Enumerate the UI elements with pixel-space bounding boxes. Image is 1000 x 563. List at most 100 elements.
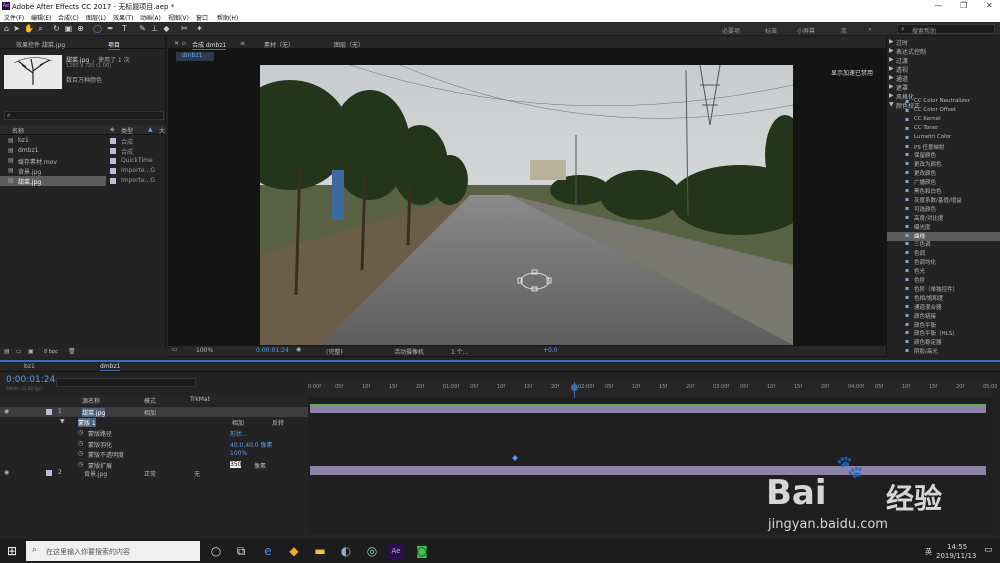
timeline-timecode[interactable]: 0:00:01:24 — [6, 375, 55, 385]
effect-item[interactable]: ▪ 高度/对比度 — [887, 214, 1000, 223]
menu-help[interactable]: 帮助(H) — [217, 13, 238, 22]
app-icon[interactable]: ◎ — [364, 543, 380, 559]
mask-property-row[interactable]: ◷ 蒙版羽化 40.0,40.0 像素 — [0, 439, 308, 449]
menu-view[interactable]: 视图(V) — [168, 13, 189, 22]
zoom-tool-icon[interactable]: ⌕ — [36, 24, 45, 33]
tab-timeline-bz1[interactable]: bz1 — [24, 363, 35, 370]
project-list-item[interactable]: ▤ dmbz1 合成 — [0, 146, 166, 156]
mask-name[interactable]: 蒙版 1 — [78, 418, 96, 427]
effect-category[interactable]: ▶ 通道 — [887, 74, 1000, 83]
viewer-timecode[interactable]: 0:00:01:24 — [256, 347, 289, 354]
workspace-libraries[interactable]: 库 — [841, 26, 847, 35]
rotate-tool-icon[interactable]: ↻ — [52, 24, 61, 33]
resolution-dropdown[interactable]: (完整) — [326, 347, 343, 356]
effect-item[interactable]: ▪ CC Toner — [887, 125, 1000, 134]
effect-item[interactable]: ▪ 灰度系数/基值/增益 — [887, 196, 1000, 205]
stopwatch-icon[interactable]: ◷ — [78, 440, 83, 447]
tab-footage[interactable]: 素材（无） — [264, 40, 294, 49]
mask-mode[interactable]: 相加 — [232, 418, 244, 427]
project-list-item[interactable]: ▤ 背景.jpg Importe...G — [0, 166, 166, 176]
effect-item[interactable]: ▪ 黑色和白色 — [887, 187, 1000, 196]
mask-inverted[interactable]: 反转 — [272, 418, 284, 427]
menu-window[interactable]: 窗口 — [196, 13, 208, 22]
effect-item[interactable]: ▪ 曲线 — [887, 231, 1000, 241]
exposure-value[interactable]: +0.0 — [543, 347, 558, 354]
layer-1-track-bar[interactable] — [310, 404, 986, 413]
column-name[interactable]: 名称 — [12, 126, 24, 135]
close-icon[interactable]: ✕ — [174, 40, 179, 47]
new-comp-icon[interactable]: ▣ — [28, 348, 34, 355]
file-explorer-icon[interactable]: ▬ — [312, 543, 328, 559]
playhead-handle-icon[interactable] — [571, 384, 578, 391]
always-preview-icon[interactable]: ▭ — [172, 346, 178, 353]
effect-category[interactable]: ▶ 遮罩 — [887, 83, 1000, 92]
selection-tool-icon[interactable]: ➤ — [12, 24, 21, 33]
tab-effect-controls[interactable]: 效果控件 甜菜.jpg — [16, 40, 65, 49]
bpc-label[interactable]: 8 bpc — [44, 349, 58, 355]
mask-property-value[interactable]: 350 — [230, 460, 242, 468]
cortana-icon[interactable]: ○ — [208, 543, 224, 559]
effect-category[interactable]: ▶ 表达式控制 — [887, 47, 1000, 56]
effect-item[interactable]: ▪ 色阶（单独控件） — [887, 285, 1000, 294]
effect-item[interactable]: ▪ 颜色平衡 — [887, 321, 1000, 330]
roto-tool-icon[interactable]: ✂ — [180, 24, 189, 33]
effect-category[interactable]: ▶ 透视 — [887, 65, 1000, 74]
mask-property-row[interactable]: ◷ 蒙版不透明度 100% — [0, 449, 308, 459]
hand-tool-icon[interactable]: ✋ — [24, 24, 34, 33]
mask-property-row[interactable]: ◷ 蒙版路径 形状... — [0, 428, 308, 438]
panel-menu-icon[interactable]: ≡ — [240, 40, 245, 47]
effect-item[interactable]: ▪ 通道混合器 — [887, 303, 1000, 312]
maximize-button[interactable]: ❐ — [960, 1, 967, 10]
camera-dropdown[interactable]: 活动摄像机 — [394, 347, 424, 356]
layer-row[interactable]: ◉ 1 甜菜.jpg 相加 — [0, 407, 308, 417]
stopwatch-icon[interactable]: ◷ — [78, 450, 83, 457]
help-search-box[interactable]: ⌕ 搜索帮助 — [897, 24, 995, 35]
layer-mode[interactable]: 正常 — [144, 469, 156, 478]
effect-item[interactable]: ▪ CC Color Neutralizer — [887, 98, 1000, 107]
wechat-icon[interactable]: ◙ — [414, 543, 430, 559]
effect-item[interactable]: ▪ 色相/饱和度 — [887, 294, 1000, 303]
effect-item[interactable]: ▪ 更改颜色 — [887, 169, 1000, 178]
menu-layer[interactable]: 图层(L) — [86, 13, 106, 22]
clone-tool-icon[interactable]: ⊥ — [150, 24, 159, 33]
layer-mode[interactable]: 相加 — [144, 408, 156, 417]
menu-animation[interactable]: 动画(A) — [140, 13, 161, 22]
layer-name[interactable]: 甜菜.jpg — [82, 408, 106, 417]
rect-mask-tool-icon[interactable]: ◯ — [93, 24, 102, 33]
comp-flow-tab[interactable]: dmbz1 — [176, 52, 214, 61]
effect-item[interactable]: ▪ 色调 — [887, 249, 1000, 258]
snapshot-icon[interactable]: ◉ — [296, 346, 301, 353]
effect-item[interactable]: ▪ Lumetri Color — [887, 134, 1000, 143]
views-dropdown[interactable]: 1 个... — [451, 347, 468, 356]
effect-item[interactable]: ▪ CC Kernel — [887, 116, 1000, 125]
layer-name[interactable]: 背景.jpg — [84, 469, 107, 478]
visibility-eye-icon[interactable]: ◉ — [4, 408, 9, 415]
puppet-tool-icon[interactable]: ✦ — [195, 24, 204, 33]
workspace-menu-icon[interactable]: » — [868, 26, 872, 33]
menu-effect[interactable]: 效果(T) — [113, 13, 133, 22]
effect-item[interactable]: ▪ 色光 — [887, 267, 1000, 276]
windows-start-icon[interactable]: ⊞ — [4, 543, 20, 559]
zoom-level-dropdown[interactable]: 100% — [196, 347, 213, 354]
effect-item[interactable]: ▪ 可选颜色 — [887, 205, 1000, 214]
effect-item[interactable]: ▪ 颜色稳定器 — [887, 338, 1000, 347]
tray-date[interactable]: 2019/11/13 — [936, 552, 976, 560]
menu-edit[interactable]: 编辑(E) — [31, 13, 51, 22]
timeline-search-input[interactable] — [56, 378, 196, 387]
column-mode[interactable]: 模式 — [144, 396, 156, 405]
camera-tool-icon[interactable]: ▣ — [64, 24, 73, 33]
effect-category[interactable]: ▶ 过时 — [887, 38, 1000, 47]
effect-item[interactable]: ▪ 保留颜色 — [887, 151, 1000, 160]
workspace-essentials[interactable]: 必要项 — [722, 26, 740, 35]
tab-composition[interactable]: 合成 dmbz1 — [192, 40, 227, 50]
effect-item[interactable]: ▪ 色阶 — [887, 276, 1000, 285]
effect-item[interactable]: ▪ 更改为颜色 — [887, 160, 1000, 169]
column-source-name[interactable]: 源名称 — [82, 396, 100, 405]
column-size[interactable]: 大 — [159, 126, 165, 135]
browser-icon[interactable]: ◐ — [338, 543, 354, 559]
mask-property-value[interactable]: 形状... — [230, 429, 248, 438]
workspace-standard[interactable]: 标准 — [765, 26, 777, 35]
effect-item[interactable]: ▪ 三色调 — [887, 240, 1000, 249]
notification-icon[interactable]: ▭ — [984, 545, 993, 555]
new-folder-icon[interactable]: ▭ — [16, 348, 22, 355]
